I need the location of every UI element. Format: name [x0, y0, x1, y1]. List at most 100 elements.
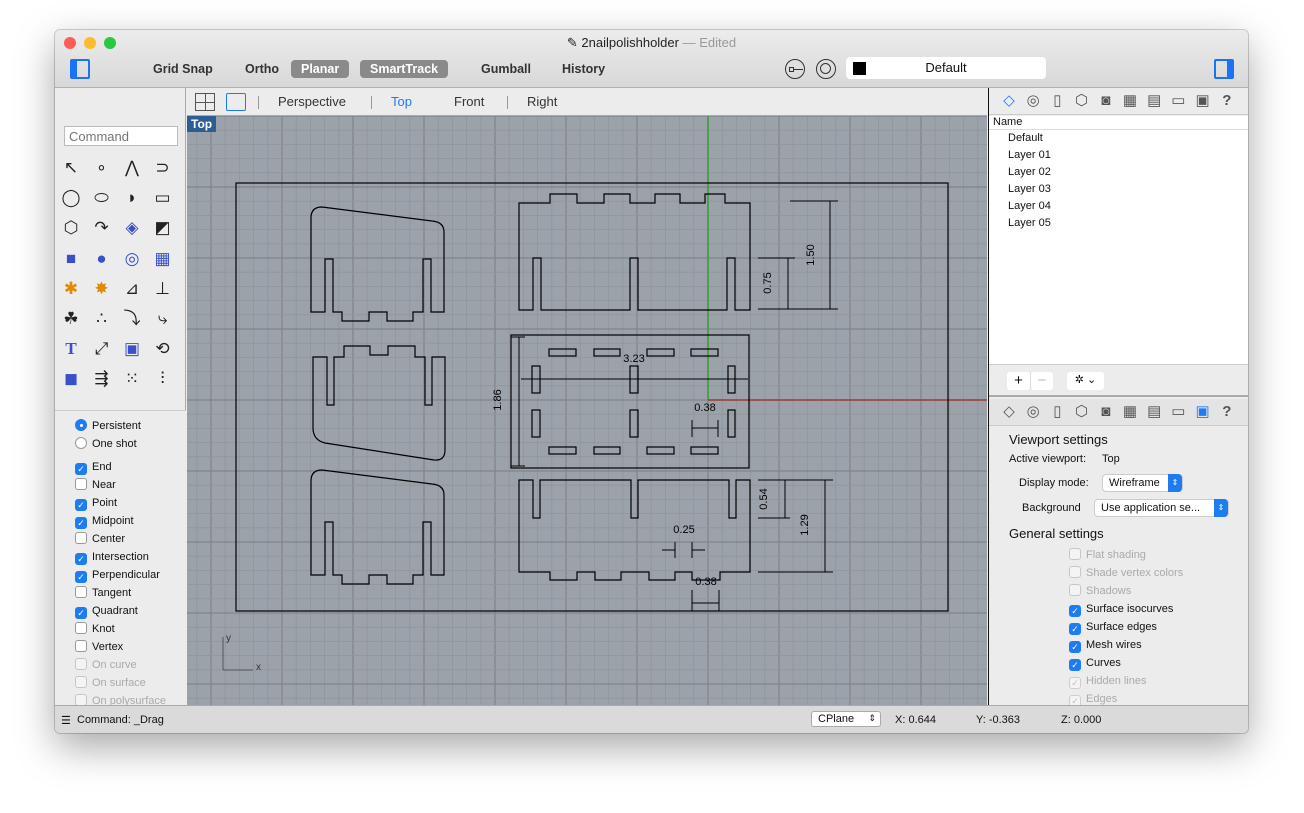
- circle-icon[interactable]: ◯: [58, 185, 84, 211]
- spheres-icon[interactable]: ●: [89, 246, 115, 272]
- osnap-center[interactable]: Center: [75, 532, 125, 548]
- layer-row[interactable]: Layer 02: [989, 164, 1248, 181]
- remove-layer-button[interactable]: −: [1030, 372, 1053, 390]
- polygon-icon[interactable]: ⬡: [58, 215, 84, 241]
- checkbox[interactable]: ✓: [75, 499, 87, 511]
- osnap-on-surface[interactable]: On surface: [75, 676, 146, 692]
- display-mode-select[interactable]: Wireframe ⇕: [1102, 474, 1183, 492]
- rotate-icon[interactable]: ⟲: [150, 336, 176, 362]
- setting-curves[interactable]: ✓ Curves: [1069, 656, 1121, 672]
- points-on-curve-icon[interactable]: ∴: [89, 306, 115, 332]
- background-select[interactable]: Use application se... ⇕: [1094, 499, 1229, 517]
- checkbox[interactable]: ✓: [1069, 659, 1081, 671]
- viewport-tab-right[interactable]: Right: [527, 94, 557, 109]
- checkbox[interactable]: ✓: [75, 607, 87, 619]
- grid-tab-icon[interactable]: ▦: [1120, 91, 1140, 111]
- toolbar-button-gumball[interactable]: Gumball: [471, 60, 541, 78]
- materials-tab-icon[interactable]: ◎: [1023, 91, 1043, 111]
- section-icon[interactable]: ⫶: [150, 366, 176, 392]
- cplane-select[interactable]: CPlane ⇕: [811, 711, 881, 727]
- gumball-toggle-icon[interactable]: [785, 59, 805, 79]
- viewport-tab-icon[interactable]: ▭: [1168, 402, 1188, 422]
- curve-icon[interactable]: ⊃: [150, 155, 176, 181]
- radio-button[interactable]: [75, 419, 87, 431]
- layer-row[interactable]: Default: [989, 130, 1248, 147]
- osnap-quadrant[interactable]: ✓ Quadrant: [75, 604, 138, 620]
- checkbox[interactable]: ✓: [1069, 641, 1081, 653]
- checkbox[interactable]: [75, 586, 87, 598]
- osnap-end[interactable]: ✓ End: [75, 460, 112, 476]
- osnap-on-curve[interactable]: On curve: [75, 658, 137, 674]
- osnap-vertex[interactable]: Vertex: [75, 640, 123, 656]
- select-arrow-icon[interactable]: ↖: [58, 155, 84, 181]
- radio-button[interactable]: [75, 437, 87, 449]
- checkbox[interactable]: [75, 478, 87, 490]
- layers-tab-icon[interactable]: ◇: [999, 402, 1019, 422]
- display-tab-icon[interactable]: ▣: [1193, 402, 1213, 422]
- boolean-icon[interactable]: ✱: [58, 276, 84, 302]
- rectangle-icon[interactable]: ▭: [150, 185, 176, 211]
- polyline-icon[interactable]: ⋀: [119, 155, 145, 181]
- offset-curve-icon[interactable]: ⤵: [119, 306, 145, 332]
- checkbox[interactable]: ✓: [75, 463, 87, 475]
- osnap-knot[interactable]: Knot: [75, 622, 115, 638]
- single-viewport-icon[interactable]: [226, 93, 246, 111]
- cylinder-icon[interactable]: ◎: [119, 246, 145, 272]
- camera-tab-icon[interactable]: ◙: [1096, 402, 1116, 422]
- layer-options-gear-icon[interactable]: ✲ ⌄: [1067, 372, 1104, 390]
- display-tab-icon[interactable]: ▣: [1193, 91, 1213, 111]
- grid-tab-icon[interactable]: ▦: [1120, 402, 1140, 422]
- viewport-tab-perspective[interactable]: Perspective: [278, 94, 346, 109]
- boolean-union-icon[interactable]: ☘: [58, 306, 84, 332]
- checkbox[interactable]: [1069, 566, 1081, 578]
- command-history-icon[interactable]: ☰: [61, 714, 71, 727]
- object-properties-tab-icon[interactable]: ⬡: [1072, 402, 1092, 422]
- setting-shade-vertex-colors[interactable]: Shade vertex colors: [1069, 566, 1183, 582]
- explode-icon[interactable]: ✸: [89, 276, 115, 302]
- setting-shadows[interactable]: Shadows: [1069, 584, 1131, 600]
- setting-mesh-wires[interactable]: ✓ Mesh wires: [1069, 638, 1142, 654]
- document-tab-icon[interactable]: ▯: [1047, 91, 1067, 111]
- layer-row[interactable]: Layer 04: [989, 198, 1248, 215]
- blend-curve-icon[interactable]: ⤷: [150, 306, 176, 332]
- osnap-mode-one-shot[interactable]: One shot: [75, 437, 137, 453]
- layer-column-header[interactable]: Name: [989, 116, 1248, 130]
- split-icon[interactable]: ⊥: [150, 276, 176, 302]
- checkbox[interactable]: ✓: [1069, 605, 1081, 617]
- toolbar-button-ortho[interactable]: Ortho: [235, 60, 289, 78]
- array-blocks-icon[interactable]: ▣: [119, 336, 145, 362]
- grid-array-icon[interactable]: ⁙: [119, 366, 145, 392]
- checkbox[interactable]: ✓: [75, 517, 87, 529]
- help-tab-icon[interactable]: ?: [1217, 402, 1237, 422]
- toolbar-button-smarttrack[interactable]: SmartTrack: [360, 60, 449, 78]
- viewport-tab-front[interactable]: Front: [454, 94, 484, 109]
- current-layer-selector[interactable]: Default: [846, 57, 1046, 79]
- checkbox[interactable]: [75, 658, 87, 670]
- trim-icon[interactable]: ⊿: [119, 276, 145, 302]
- toolbar-button-history[interactable]: History: [552, 60, 615, 78]
- checkbox[interactable]: [75, 640, 87, 652]
- setting-surface-edges[interactable]: ✓ Surface edges: [1069, 620, 1157, 636]
- notes-tab-icon[interactable]: ▤: [1144, 91, 1164, 111]
- checkbox[interactable]: [75, 532, 87, 544]
- toggle-right-sidebar-button[interactable]: [1214, 59, 1234, 79]
- setting-hidden-lines[interactable]: ✓ Hidden lines: [1069, 674, 1147, 690]
- add-layer-button[interactable]: +: [1007, 372, 1030, 390]
- viewport-tab-top[interactable]: Top: [391, 94, 412, 109]
- document-tab-icon[interactable]: ▯: [1047, 402, 1067, 422]
- text-icon[interactable]: T: [58, 336, 84, 362]
- viewport-canvas[interactable]: 1.50 0.75 1.86 3.23 0.38 0.54 1.29 0.25 …: [187, 116, 987, 705]
- layer-row[interactable]: Layer 05: [989, 215, 1248, 232]
- ellipse-icon[interactable]: ⬭: [89, 185, 115, 211]
- checkbox[interactable]: ✓: [1069, 623, 1081, 635]
- patch-surface-icon[interactable]: ▦: [150, 246, 176, 272]
- checkbox[interactable]: [75, 622, 87, 634]
- camera-tab-icon[interactable]: ◙: [1096, 91, 1116, 111]
- checkbox[interactable]: [1069, 548, 1081, 560]
- notes-tab-icon[interactable]: ▤: [1144, 402, 1164, 422]
- command-input[interactable]: [64, 126, 178, 146]
- checkbox[interactable]: ✓: [75, 571, 87, 583]
- osnap-point[interactable]: ✓ Point: [75, 496, 117, 512]
- layers-tab-icon[interactable]: ◇: [999, 91, 1019, 111]
- top-viewport[interactable]: 1.50 0.75 1.86 3.23 0.38 0.54 1.29 0.25 …: [187, 116, 987, 705]
